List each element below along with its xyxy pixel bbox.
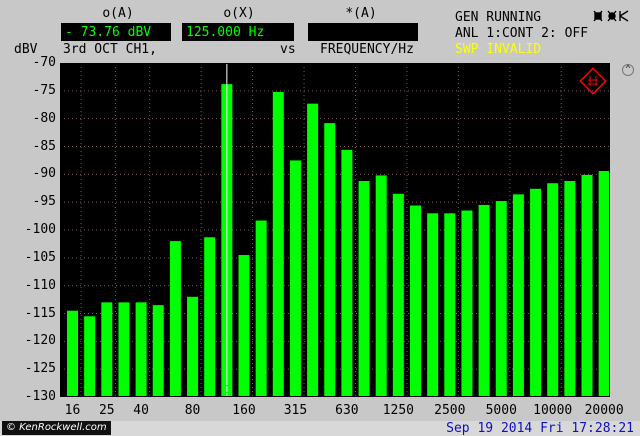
- y-tick-label: -120: [24, 333, 56, 349]
- marker-x-readout[interactable]: 125.000 Hz: [182, 23, 294, 41]
- bar-500: [324, 123, 336, 397]
- watermark: © KenRockwell.com: [2, 421, 111, 435]
- y-tick-label: -70: [32, 55, 56, 70]
- bar-100: [204, 237, 216, 397]
- y-tick-label: -85: [32, 138, 56, 154]
- trace-description: 3rd OCT CH1,: [63, 42, 157, 57]
- bar-2500: [444, 213, 456, 397]
- bar-20000: [598, 170, 610, 397]
- y-tick-label: -110: [24, 277, 56, 293]
- bar-3150: [461, 210, 473, 397]
- y-tick-label: -105: [24, 249, 56, 265]
- marker-a-readout[interactable]: - 73.76 dBV: [61, 23, 171, 41]
- x-tick-label: 1250: [382, 403, 414, 418]
- bar-200: [255, 220, 267, 397]
- x-tick-label: 2500: [434, 403, 466, 418]
- bar-50: [152, 305, 164, 397]
- bar-6300: [512, 194, 524, 397]
- bar-12500: [564, 181, 576, 397]
- x-tick-label: 630: [335, 403, 359, 418]
- bar-160: [238, 255, 250, 397]
- x-tick-label: 80: [184, 403, 201, 418]
- x-tick-label: 315: [283, 403, 308, 418]
- y-tick-label: -125: [24, 361, 56, 377]
- y-tick-label: -130: [24, 389, 56, 404]
- bar-2000: [427, 213, 439, 397]
- bar-63: [169, 241, 181, 397]
- vs-label: vs: [280, 42, 296, 57]
- x-tick-label: 10000: [533, 403, 573, 418]
- bar-16000: [581, 174, 593, 397]
- bar-20: [84, 316, 96, 397]
- bar-16: [67, 310, 78, 397]
- bar-630: [341, 149, 353, 397]
- scroll-knob[interactable]: ⌃: [622, 64, 634, 76]
- x-tick-label: 25: [98, 403, 115, 418]
- x-tick-label: 40: [133, 403, 149, 418]
- date-time: Sep 19 2014 Fri 17:28:21: [446, 421, 634, 436]
- x-tick-label: 16: [64, 403, 81, 418]
- bar-315: [289, 160, 301, 397]
- bar-400: [307, 103, 319, 397]
- bar-25: [101, 302, 113, 397]
- bar-4000: [478, 204, 490, 397]
- delta-a-label: *(A): [345, 6, 377, 21]
- bar-5000: [495, 201, 507, 397]
- y-tick-label: -75: [32, 82, 56, 98]
- y-tick-label: -90: [32, 166, 56, 182]
- bar-31.5: [118, 302, 130, 397]
- marker-x-label: o(X): [223, 6, 255, 21]
- bar-1000: [375, 175, 387, 397]
- bar-1250: [392, 193, 404, 397]
- marker-a-label: o(A): [102, 6, 134, 21]
- bar-40: [135, 302, 147, 397]
- x-tick-label: 5000: [485, 403, 517, 418]
- bar-800: [358, 181, 370, 397]
- sweep-status: SWP INVALID: [455, 42, 542, 57]
- bar-8000: [530, 188, 542, 397]
- x-tick-label: 160: [232, 403, 256, 418]
- x-tick-label: 20000: [584, 403, 624, 418]
- generator-status: GEN RUNNING: [455, 10, 542, 25]
- y-tick-label: -95: [32, 194, 56, 210]
- analyzer-status: ANL 1:CONT 2: OFF: [455, 26, 589, 41]
- delta-a-readout[interactable]: [308, 23, 418, 41]
- x-axis-description: FREQUENCY/Hz: [320, 42, 414, 57]
- bar-80: [187, 296, 199, 397]
- bar-10000: [547, 183, 559, 397]
- bar-250: [272, 91, 284, 397]
- spectrum-plot: [60, 63, 610, 397]
- bar-1600: [410, 205, 421, 397]
- y-tick-label: -115: [24, 305, 56, 321]
- y-tick-label: -100: [24, 222, 56, 237]
- y-tick-label: -80: [32, 110, 56, 126]
- remote-icon: [592, 8, 632, 24]
